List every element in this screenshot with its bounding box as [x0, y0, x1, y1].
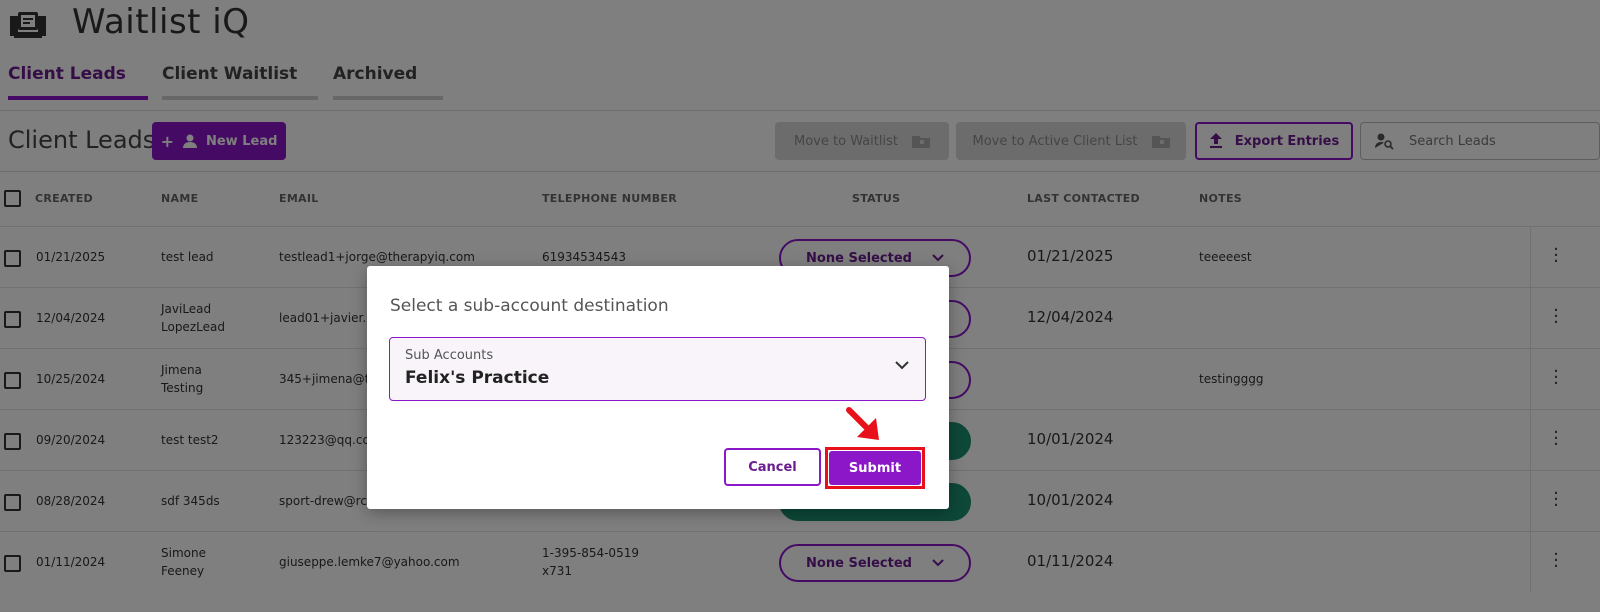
select-label: Sub Accounts — [405, 348, 494, 363]
sub-account-dialog: Select a sub-account destination Sub Acc… — [367, 266, 949, 509]
cancel-button[interactable]: Cancel — [724, 448, 821, 486]
arrow-annotation-icon — [846, 407, 879, 440]
dialog-title: Select a sub-account destination — [390, 296, 669, 316]
submit-button[interactable]: Submit — [829, 451, 921, 485]
select-value: Felix's Practice — [405, 368, 550, 388]
chevron-down-icon — [895, 361, 909, 370]
sub-accounts-select[interactable]: Sub Accounts Felix's Practice — [389, 337, 926, 401]
